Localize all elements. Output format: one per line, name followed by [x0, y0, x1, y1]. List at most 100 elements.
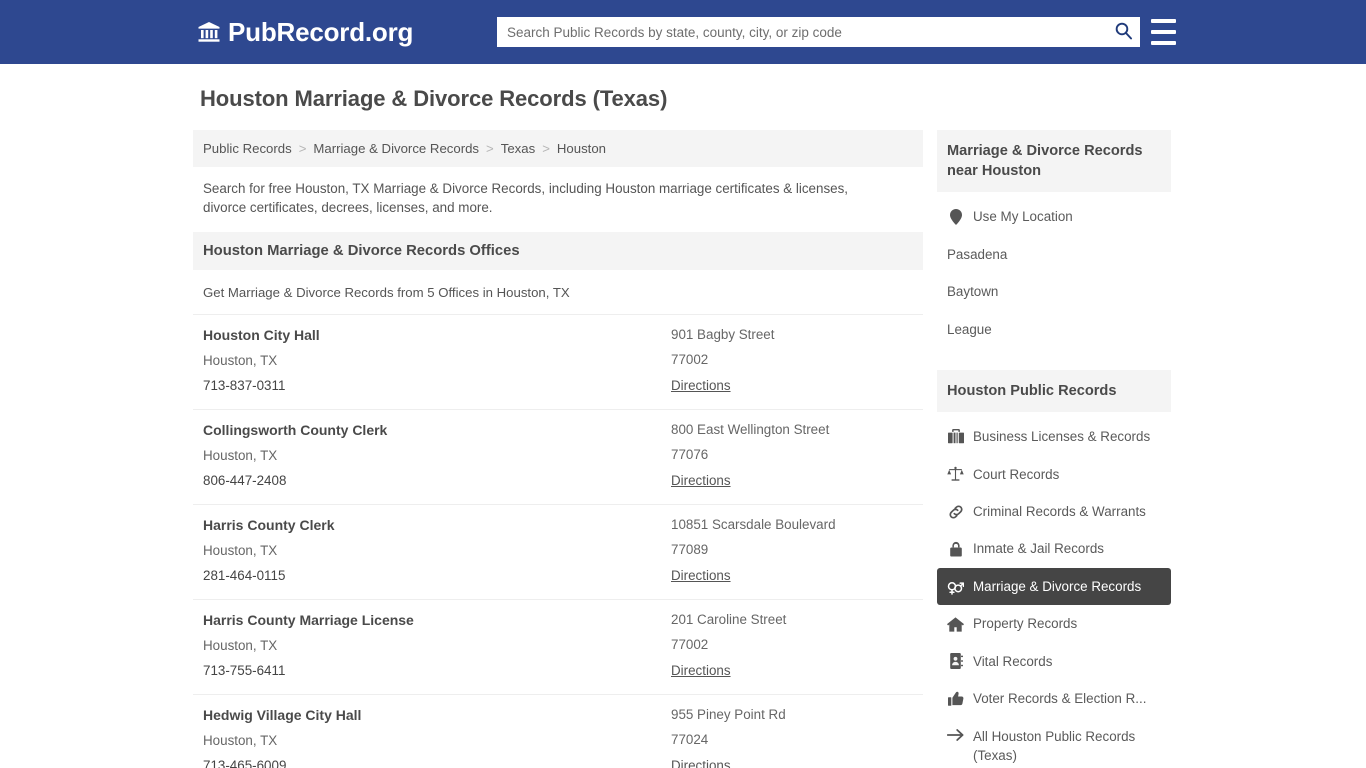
office-street: 10851 Scarsdale Boulevard: [671, 516, 836, 532]
sidebar-item-pasadena[interactable]: Pasadena: [937, 236, 1171, 273]
breadcrumb-item-marriage-divorce-records[interactable]: Marriage & Divorce Records: [313, 141, 479, 156]
sidebar-item-all-public-records[interactable]: All Houston Public Records (Texas): [937, 718, 1171, 768]
sidebar-item-criminal-records[interactable]: Criminal Records & Warrants: [937, 493, 1171, 530]
office-street: 955 Piney Point Rd: [671, 706, 786, 722]
offices-section-heading: Houston Marriage & Divorce Records Offic…: [193, 231, 923, 270]
office-zip: 77089: [671, 541, 709, 557]
offices-section-subheading: Get Marriage & Divorce Records from 5 Of…: [203, 284, 570, 300]
office-city-state: Houston, TX: [203, 542, 278, 558]
table-row: Collingsworth County Clerk Houston, TX 8…: [193, 408, 923, 504]
sidebar-item-vital-records[interactable]: Vital Records: [937, 643, 1171, 680]
page-body: Houston Marriage & Divorce Records (Texa…: [0, 64, 1366, 768]
search-input[interactable]: [497, 18, 1106, 46]
office-name: Collingsworth County Clerk: [203, 421, 388, 438]
office-zip: 77002: [671, 351, 709, 367]
site-logo-text: PubRecord.org: [228, 17, 414, 47]
directions-link[interactable]: Directions: [671, 758, 731, 768]
office-phone[interactable]: 713-755-6411: [203, 663, 671, 678]
office-address: 201 Caroline Street 77002 Directions: [671, 612, 913, 680]
sidebar-item-label: Marriage & Divorce Records: [973, 578, 1142, 594]
hamburger-bar: [1151, 30, 1176, 34]
site-header: PubRecord.org: [0, 0, 1366, 64]
office-info: Harris County Clerk Houston, TX 281-464-…: [203, 517, 671, 585]
office-info: Harris County Marriage License Houston, …: [203, 612, 671, 680]
sidebar: Marriage & Divorce Records near Houston …: [937, 130, 1171, 768]
home-icon: [947, 616, 964, 633]
office-name: Houston City Hall: [203, 326, 320, 343]
sidebar-item-league[interactable]: League: [937, 311, 1171, 348]
sidebar-records-heading: Houston Public Records: [937, 370, 1171, 413]
sidebar-item-inmate-jail-records[interactable]: Inmate & Jail Records: [937, 530, 1171, 567]
office-street: 800 East Wellington Street: [671, 421, 830, 437]
sidebar-item-label: Criminal Records & Warrants: [973, 504, 1146, 519]
hamburger-bar: [1151, 41, 1176, 45]
office-zip: 77076: [671, 446, 709, 462]
chain-link-icon: [947, 503, 964, 520]
directions-link[interactable]: Directions: [671, 568, 731, 583]
office-phone[interactable]: 713-837-0311: [203, 378, 671, 393]
office-address: 800 East Wellington Street 77076 Directi…: [671, 422, 913, 490]
sidebar-item-label: Business Licenses & Records: [973, 429, 1151, 445]
office-street: 901 Bagby Street: [671, 326, 775, 342]
sidebar-item-voter-records[interactable]: Voter Records & Election R...: [937, 680, 1171, 717]
briefcase-icon: [947, 428, 964, 445]
address-book-icon: [947, 653, 964, 670]
sidebar-card-nearby: Marriage & Divorce Records near Houston …: [937, 130, 1171, 348]
office-name: Harris County Clerk: [203, 516, 335, 533]
office-city-state: Houston, TX: [203, 352, 278, 368]
site-logo-link[interactable]: PubRecord.org: [197, 19, 413, 45]
breadcrumb-separator: >: [298, 141, 307, 156]
sidebar-item-label: Pasadena: [947, 246, 1008, 262]
table-row: Harris County Marriage License Houston, …: [193, 598, 923, 694]
sidebar-item-label: Voter Records & Election R...: [973, 691, 1147, 707]
office-phone[interactable]: 281-464-0115: [203, 568, 671, 583]
sidebar-item-label: All Houston Public Records (Texas): [973, 728, 1136, 764]
bank-icon: [197, 20, 221, 44]
office-info: Houston City Hall Houston, TX 713-837-03…: [203, 327, 671, 395]
directions-link[interactable]: Directions: [671, 473, 731, 488]
hamburger-menu-icon[interactable]: [1151, 19, 1176, 45]
search-button[interactable]: [1106, 17, 1140, 47]
office-zip: 77002: [671, 636, 709, 652]
sidebar-item-label: Vital Records: [973, 653, 1053, 669]
office-address: 901 Bagby Street 77002 Directions: [671, 327, 913, 395]
table-row: Harris County Clerk Houston, TX 281-464-…: [193, 503, 923, 599]
sidebar-item-label: Use My Location: [973, 209, 1073, 225]
breadcrumb-item-houston[interactable]: Houston: [557, 141, 606, 156]
office-city-state: Houston, TX: [203, 732, 278, 748]
sidebar-item-marriage-divorce-records[interactable]: Marriage & Divorce Records: [937, 567, 1171, 606]
office-info: Collingsworth County Clerk Houston, TX 8…: [203, 422, 671, 490]
directions-link[interactable]: Directions: [671, 378, 731, 393]
office-name: Harris County Marriage License: [203, 611, 414, 628]
office-phone[interactable]: 713-465-6009: [203, 758, 671, 768]
thumbs-up-icon: [947, 690, 964, 707]
office-info: Hedwig Village City Hall Houston, TX 713…: [203, 707, 671, 768]
office-address: 955 Piney Point Rd 77024 Directions: [671, 707, 913, 768]
sidebar-item-label: Inmate & Jail Records: [973, 541, 1104, 557]
office-phone[interactable]: 806-447-2408: [203, 473, 671, 488]
scales-balance-icon: [947, 466, 964, 483]
directions-link[interactable]: Directions: [671, 663, 731, 678]
sidebar-item-use-my-location[interactable]: Use My Location: [937, 198, 1171, 235]
breadcrumb-separator: >: [542, 141, 550, 156]
sidebar-records-list: Business Licenses & Records Court Record…: [937, 412, 1171, 768]
map-pin-icon: [947, 208, 964, 225]
page-title: Houston Marriage & Divorce Records (Texa…: [200, 86, 668, 111]
breadcrumb-item-texas[interactable]: Texas: [501, 141, 535, 156]
sidebar-nearby-list: Use My Location Pasadena Baytown League: [937, 192, 1171, 348]
sidebar-nearby-heading: Marriage & Divorce Records near Houston: [937, 130, 1171, 193]
sidebar-card-public-records: Houston Public Records Business Licenses…: [937, 370, 1171, 768]
padlock-icon: [947, 541, 964, 558]
sidebar-item-baytown[interactable]: Baytown: [937, 273, 1171, 310]
sidebar-item-business-licenses[interactable]: Business Licenses & Records: [937, 418, 1171, 455]
sidebar-item-court-records[interactable]: Court Records: [937, 456, 1171, 493]
sidebar-item-label: Baytown: [947, 284, 999, 300]
intro-description: Search for free Houston, TX Marriage & D…: [203, 181, 849, 216]
breadcrumb-item-public-records[interactable]: Public Records: [203, 141, 292, 156]
office-address: 10851 Scarsdale Boulevard 77089 Directio…: [671, 517, 913, 585]
sidebar-item-property-records[interactable]: Property Records: [937, 605, 1171, 642]
breadcrumb-separator: >: [486, 141, 494, 156]
search-icon: [1114, 21, 1133, 43]
office-street: 201 Caroline Street: [671, 611, 787, 627]
office-city-state: Houston, TX: [203, 637, 278, 653]
